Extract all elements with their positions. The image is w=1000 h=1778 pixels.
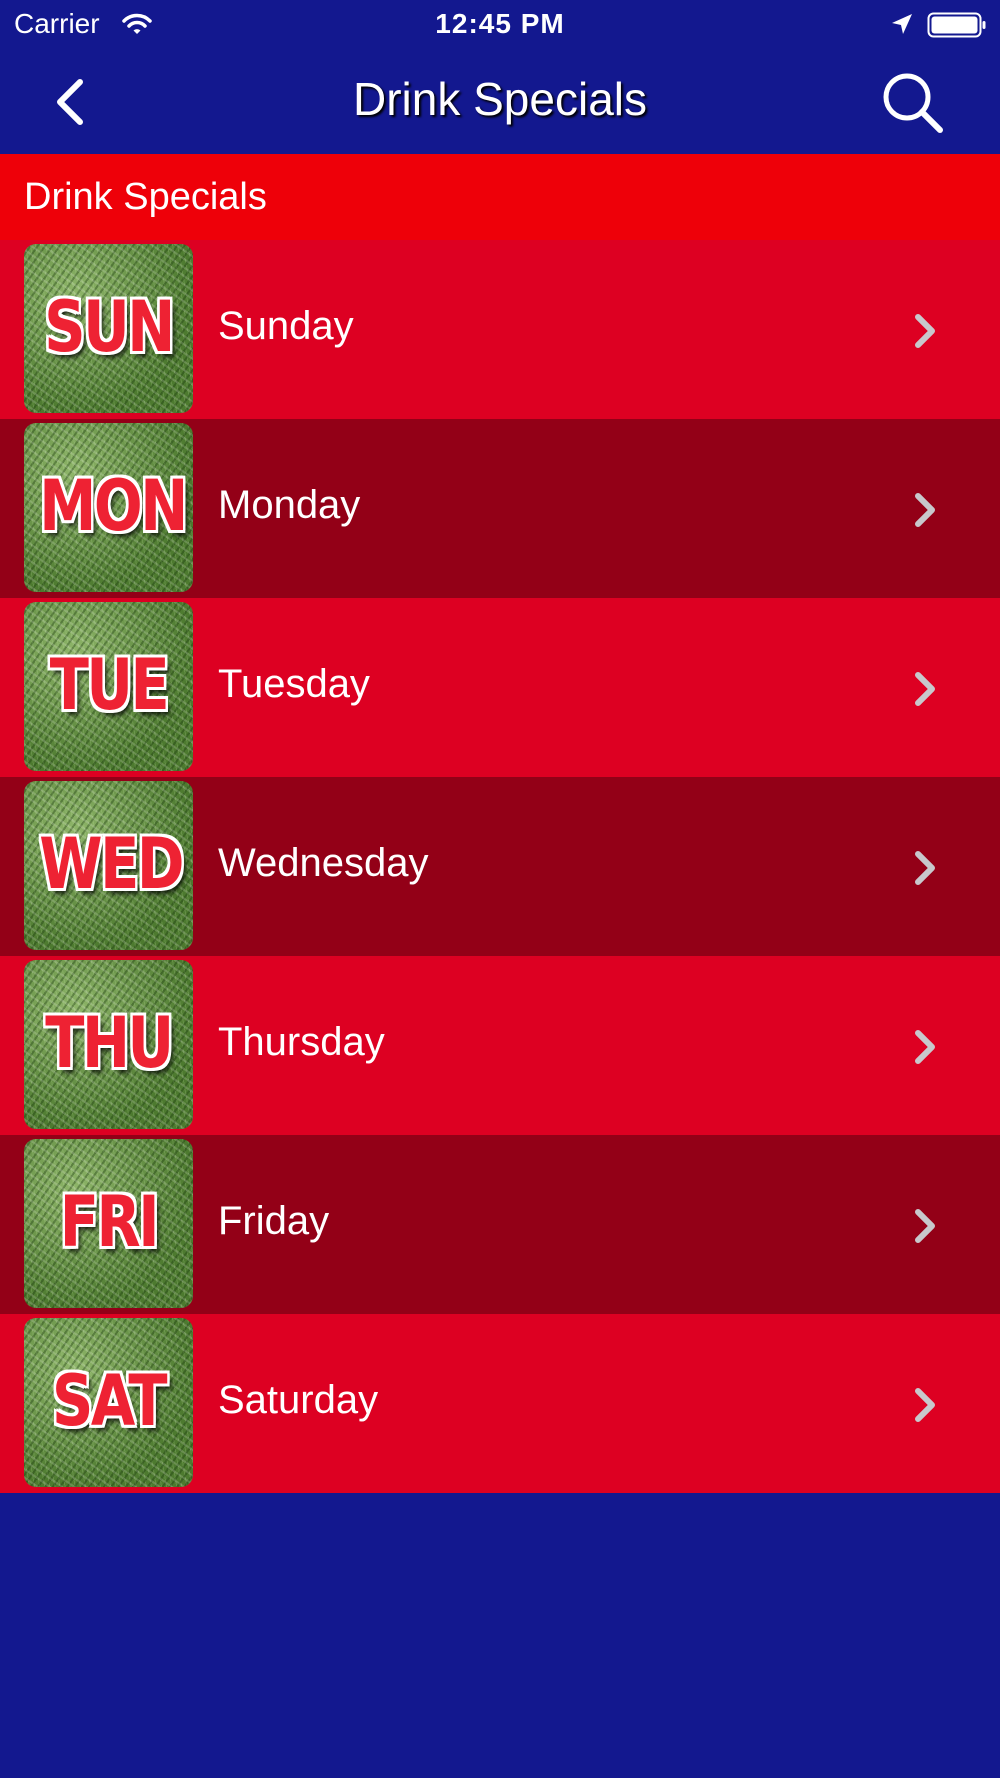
day-abbreviation: TUE <box>49 644 170 726</box>
day-abbreviation: WED <box>39 823 184 905</box>
day-abbreviation: THU <box>45 1002 174 1084</box>
chevron-right-icon <box>912 671 940 712</box>
day-thumbnail: SUN <box>24 244 193 413</box>
chevron-right-icon <box>912 313 940 354</box>
section-header: Drink Specials <box>0 154 1000 240</box>
list-item-thursday[interactable]: THU Thursday <box>0 956 1000 1135</box>
list-item-sunday[interactable]: SUN Sunday <box>0 240 1000 419</box>
chevron-right-icon <box>912 492 940 533</box>
day-abbreviation: SUN <box>44 286 175 368</box>
list-item-wednesday[interactable]: WED Wednesday <box>0 777 1000 956</box>
day-label: Friday <box>218 1199 330 1243</box>
day-label: Tuesday <box>218 662 370 706</box>
day-thumbnail: THU <box>24 960 193 1129</box>
day-abbreviation: MON <box>39 465 188 547</box>
list-item-tuesday[interactable]: TUE Tuesday <box>0 598 1000 777</box>
chevron-right-icon <box>912 1387 940 1428</box>
day-thumbnail: WED <box>24 781 193 950</box>
status-time: 12:45 PM <box>435 8 565 39</box>
chevron-right-icon <box>912 1029 940 1070</box>
list-item-friday[interactable]: FRI Friday <box>0 1135 1000 1314</box>
day-label: Thursday <box>218 1020 385 1064</box>
search-button[interactable] <box>880 70 946 136</box>
chevron-right-icon <box>912 850 940 891</box>
battery-icon <box>927 12 987 45</box>
page-title: Drink Specials <box>353 73 647 125</box>
list-item-monday[interactable]: MON Monday <box>0 419 1000 598</box>
day-label: Monday <box>218 483 361 527</box>
navigation-bar: Drink Specials <box>0 50 1000 154</box>
day-thumbnail: TUE <box>24 602 193 771</box>
day-thumbnail: SAT <box>24 1318 193 1487</box>
day-thumbnail: MON <box>24 423 193 592</box>
day-thumbnail: FRI <box>24 1139 193 1308</box>
day-label: Saturday <box>218 1378 379 1422</box>
chevron-right-icon <box>912 1208 940 1249</box>
day-label: Wednesday <box>218 841 429 885</box>
list-item-saturday[interactable]: SAT Saturday <box>0 1314 1000 1493</box>
location-arrow-icon <box>890 11 914 43</box>
day-abbreviation: SAT <box>51 1360 168 1442</box>
day-abbreviation: FRI <box>59 1181 160 1263</box>
day-list: SUN Sunday MON Monday TUE Tuesday WED We… <box>0 240 1000 1493</box>
section-title: Drink Specials <box>24 176 267 218</box>
search-icon <box>880 73 946 140</box>
day-label: Sunday <box>218 304 354 348</box>
status-bar: Carrier 12:45 PM <box>0 0 1000 50</box>
